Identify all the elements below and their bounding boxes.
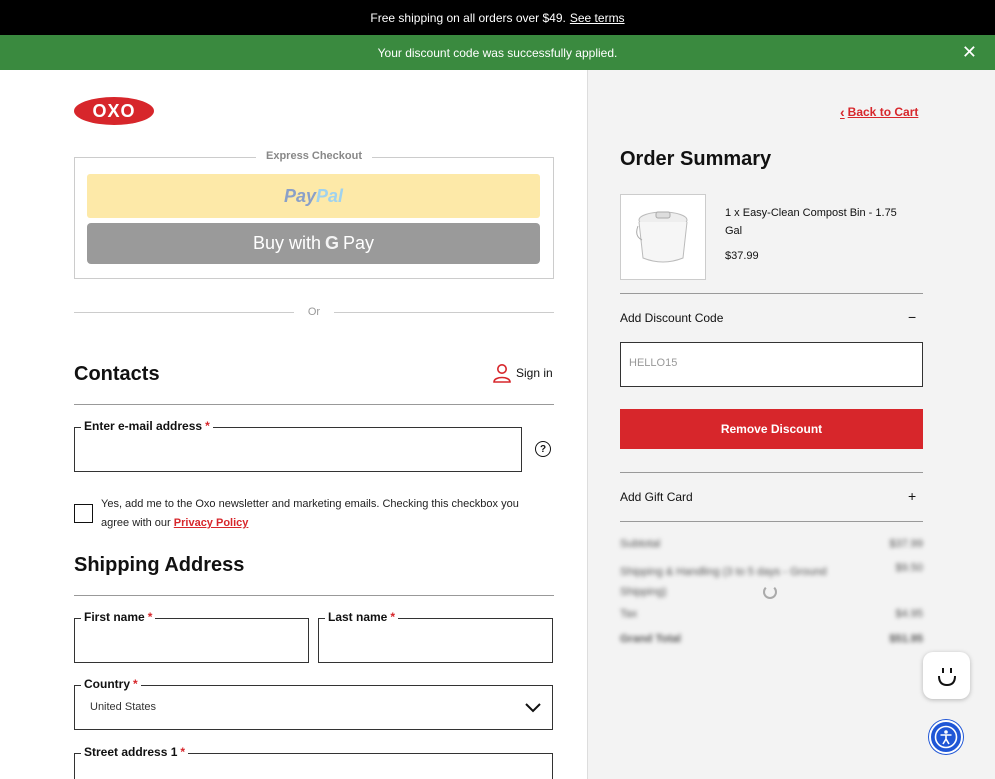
compost-bin-image xyxy=(636,211,688,263)
oxo-logo[interactable]: OXO xyxy=(74,97,154,125)
street-address-field[interactable]: Street address 1 * xyxy=(74,745,553,779)
plus-icon[interactable]: + xyxy=(908,489,916,503)
product-thumbnail[interactable] xyxy=(620,194,706,280)
street-label-text: Street address 1 xyxy=(84,745,178,759)
see-terms-link[interactable]: See terms xyxy=(570,11,625,25)
google-g-icon: G xyxy=(324,233,339,253)
loading-spinner-icon xyxy=(763,585,777,599)
remove-discount-button[interactable]: Remove Discount xyxy=(620,409,923,449)
order-summary-title: Order Summary xyxy=(620,148,772,170)
shipping-divider xyxy=(74,595,554,596)
required-mark: * xyxy=(180,745,186,759)
privacy-policy-link[interactable]: Privacy Policy xyxy=(174,517,249,529)
contacts-title: Contacts xyxy=(74,363,160,385)
logo-text: OXO xyxy=(92,100,136,121)
feedback-widget-button[interactable] xyxy=(923,652,970,699)
street-address-label: Street address 1 * xyxy=(81,745,189,759)
or-text: Or xyxy=(307,306,321,318)
email-label: Enter e-mail address * xyxy=(81,419,213,433)
close-icon[interactable]: ✕ xyxy=(962,43,977,61)
country-value: United States xyxy=(90,701,157,713)
discount-notice-text: Your discount code was successfully appl… xyxy=(377,45,618,60)
gpay-suffix: Pay xyxy=(343,233,375,253)
paypal-text-1: Pay xyxy=(283,185,316,206)
item-price: $37.99 xyxy=(725,250,759,262)
shipping-banner-text: Free shipping on all orders over $49. xyxy=(370,10,566,25)
help-icon[interactable]: ? xyxy=(535,441,551,457)
summary-divider xyxy=(620,293,923,294)
summary-divider xyxy=(620,521,923,522)
last-name-field[interactable]: Last name * xyxy=(318,610,553,663)
required-mark: * xyxy=(147,610,153,624)
discount-notice: Your discount code was successfully appl… xyxy=(0,35,995,70)
gpay-prefix: Buy with xyxy=(252,233,321,253)
accessibility-icon xyxy=(934,725,958,749)
email-field[interactable]: Enter e-mail address * xyxy=(74,419,522,472)
shipping-value: $9.50 xyxy=(895,562,923,574)
grand-total-value: $51.95 xyxy=(889,633,923,645)
tax-value: $4.95 xyxy=(895,608,923,620)
discount-code-input[interactable]: HELLO15 xyxy=(620,342,923,387)
back-to-cart-link[interactable]: ‹ Back to Cart xyxy=(840,104,918,120)
required-mark: * xyxy=(205,419,210,433)
smile-icon xyxy=(937,667,956,686)
paypal-button[interactable]: Pay Pal xyxy=(87,174,540,218)
country-select[interactable]: Country * United States xyxy=(74,677,553,730)
paypal-text-2: Pal xyxy=(316,185,344,206)
checkout-form: OXO Express Checkout Pay Pal Buy with G P… xyxy=(0,70,587,779)
shipping-label: Shipping & Handling (3 to 5 days - Groun… xyxy=(620,566,827,598)
minus-icon[interactable]: − xyxy=(908,310,916,324)
user-icon xyxy=(493,364,511,383)
newsletter-checkbox[interactable] xyxy=(74,504,93,523)
express-checkout: Express Checkout Pay Pal Buy with G Pay xyxy=(74,150,554,279)
add-gift-card-toggle[interactable]: Add Gift Card xyxy=(620,490,693,504)
chevron-down-icon xyxy=(525,703,541,713)
chevron-left-icon: ‹ xyxy=(840,104,845,120)
express-checkout-legend: Express Checkout xyxy=(256,150,372,162)
first-name-label-text: First name xyxy=(84,610,145,624)
accessibility-button[interactable] xyxy=(929,720,963,754)
required-mark: * xyxy=(133,677,138,691)
required-mark: * xyxy=(390,610,396,624)
first-name-label: First name * xyxy=(81,610,156,624)
grand-total-label: Grand Total xyxy=(620,633,681,645)
email-label-text: Enter e-mail address xyxy=(84,419,203,433)
last-name-label: Last name * xyxy=(325,610,399,624)
shipping-address-title: Shipping Address xyxy=(74,554,245,576)
newsletter-text-body: Yes, add me to the Oxo newsletter and ma… xyxy=(101,498,519,529)
summary-divider xyxy=(620,472,923,473)
last-name-label-text: Last name xyxy=(328,610,388,624)
subtotal-label: Subtotal xyxy=(620,538,661,550)
subtotal-value: $37.99 xyxy=(889,538,923,550)
item-name: 1 x Easy-Clean Compost Bin - 1.75 Gal xyxy=(725,207,897,237)
sign-in-link[interactable]: Sign in xyxy=(492,363,553,383)
country-label: Country * xyxy=(81,677,141,691)
tax-label: Tax xyxy=(620,608,638,620)
contacts-divider xyxy=(74,404,554,405)
country-label-text: Country xyxy=(84,677,130,691)
add-discount-code-toggle[interactable]: Add Discount Code xyxy=(620,311,723,325)
back-to-cart-label: Back to Cart xyxy=(847,105,919,119)
first-name-field[interactable]: First name * xyxy=(74,610,309,663)
google-pay-button[interactable]: Buy with G Pay xyxy=(87,223,540,264)
sign-in-label: Sign in xyxy=(516,366,553,380)
shipping-banner: Free shipping on all orders over $49. Se… xyxy=(0,0,995,35)
or-divider: Or xyxy=(74,306,554,318)
newsletter-text: Yes, add me to the Oxo newsletter and ma… xyxy=(101,495,541,533)
